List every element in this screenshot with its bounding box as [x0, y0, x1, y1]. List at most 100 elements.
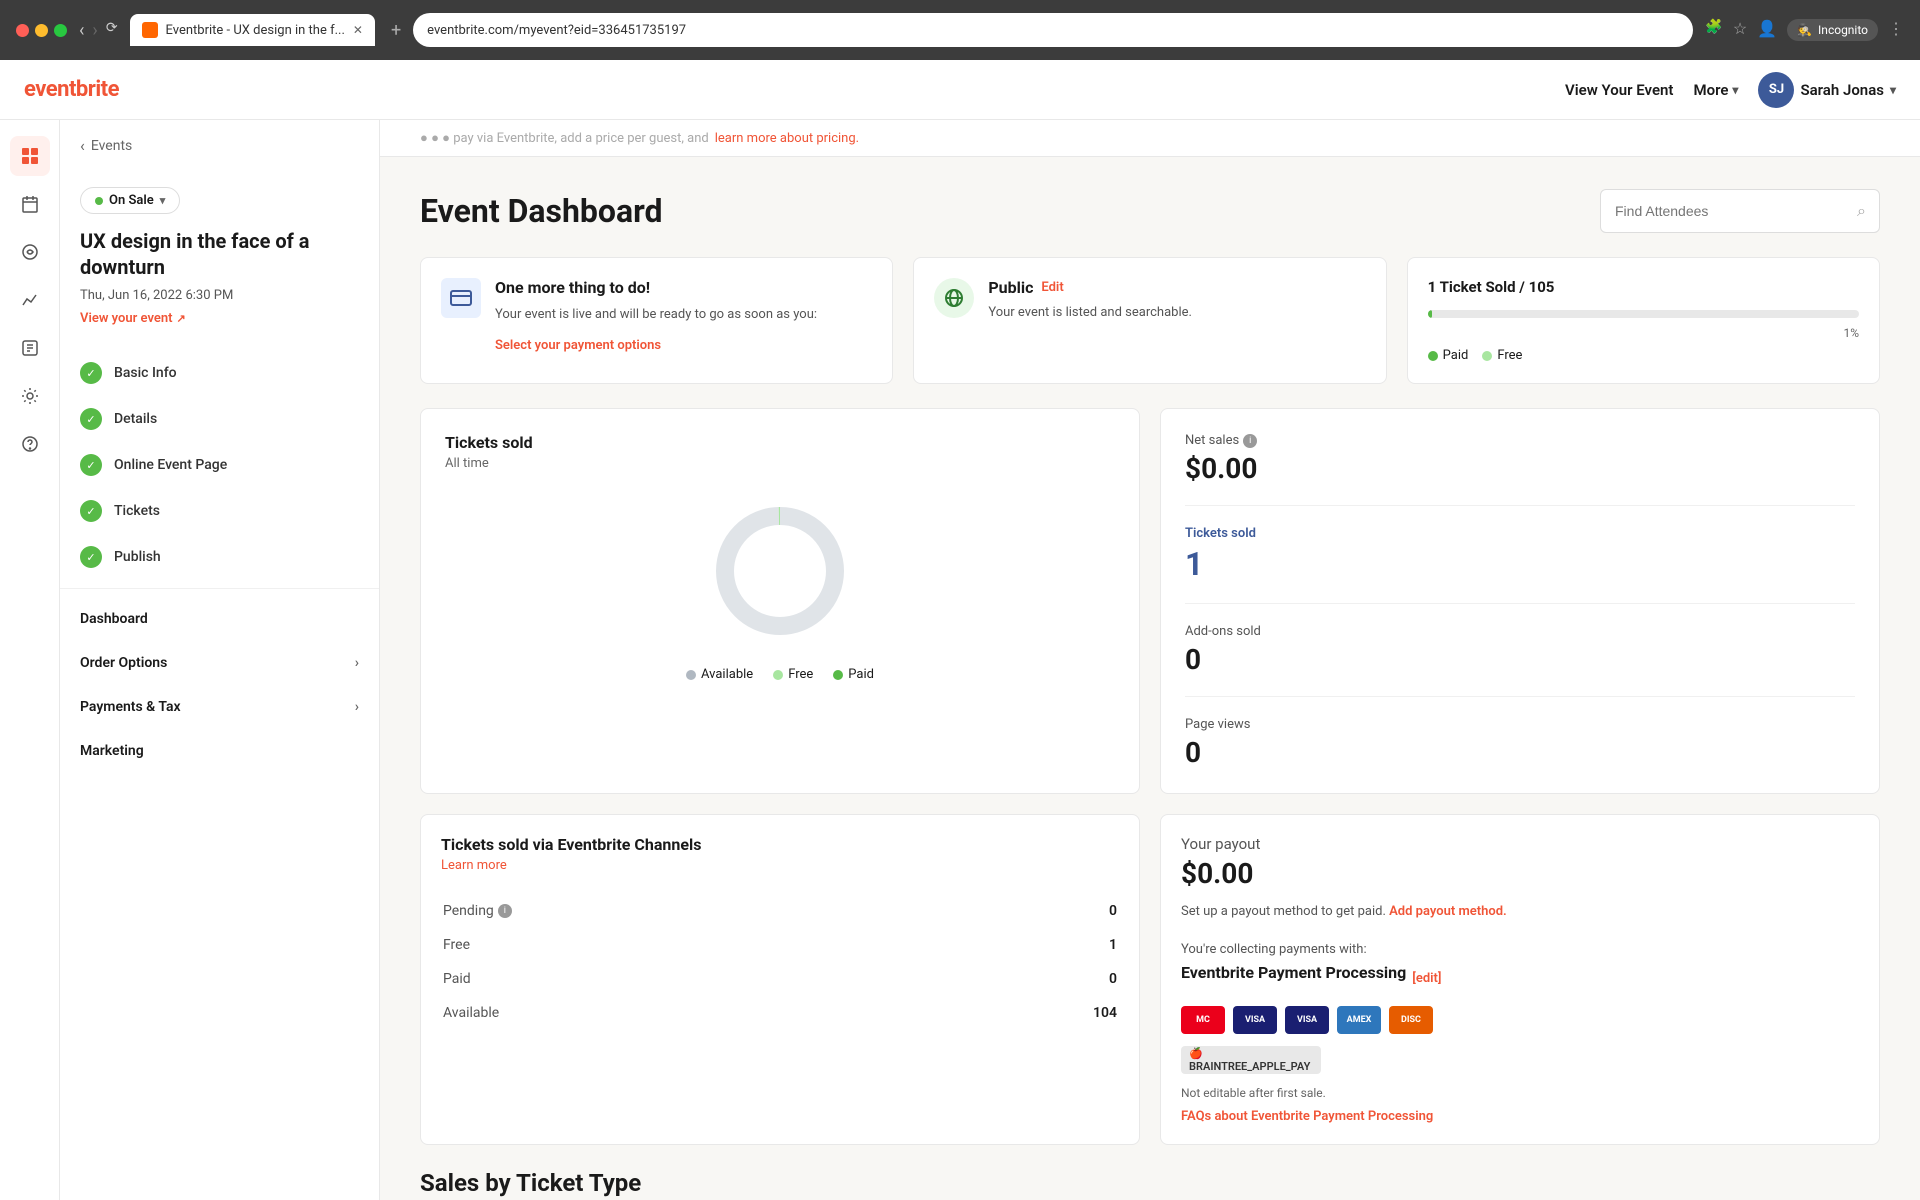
logo[interactable]: eventbrite [24, 77, 119, 102]
back-to-events[interactable]: ‹ Events [80, 136, 359, 155]
top-nav-right: View Your Event More ▾ SJ Sarah Jonas ▾ [1565, 72, 1896, 108]
on-sale-dot [95, 197, 103, 205]
faq-link[interactable]: FAQs about Eventbrite Payment Processing [1181, 1109, 1433, 1124]
find-attendees-input[interactable] [1600, 189, 1880, 233]
user-menu-button[interactable]: SJ Sarah Jonas ▾ [1758, 72, 1896, 108]
ticket-progress-pct: 1% [1428, 326, 1859, 340]
free-legend-label: Free [1497, 348, 1522, 363]
visa2-logo: VISA [1285, 1006, 1329, 1034]
menu-icon[interactable]: ⋮ [1888, 19, 1904, 41]
back-button[interactable]: ‹ [79, 20, 84, 41]
extensions-icon[interactable]: 🧩 [1705, 19, 1722, 41]
channel-free-value: 1 [943, 929, 1117, 961]
orders-icon-button[interactable] [10, 184, 50, 224]
event-date: Thu, Jun 16, 2022 6:30 PM [80, 288, 359, 303]
maximize-dot[interactable] [54, 24, 67, 37]
payment-provider-edit[interactable]: [edit] [1412, 971, 1441, 986]
settings-icon-button[interactable] [10, 376, 50, 416]
breadcrumb-link[interactable]: learn more about pricing. [715, 131, 859, 146]
table-row: Pending i 0 [443, 895, 1117, 927]
todo-link[interactable]: Select your payment options [495, 338, 661, 353]
sidebar-item-tickets[interactable]: ✓ Tickets [60, 488, 379, 534]
available-label: Available [701, 667, 753, 682]
ticket-sold-card: 1 Ticket Sold / 105 1% Paid Free [1407, 257, 1880, 384]
close-dot[interactable] [16, 24, 29, 37]
sidebar-item-details[interactable]: ✓ Details [60, 396, 379, 442]
public-edit-button[interactable]: Edit [1041, 280, 1063, 295]
sidebar-dashboard[interactable]: Dashboard [60, 597, 379, 641]
top-cards-row: One more thing to do! Your event is live… [380, 257, 1920, 408]
marketing-icon-button[interactable] [10, 232, 50, 272]
add-payout-link[interactable]: Add payout method. [1389, 904, 1507, 919]
todo-content: One more thing to do! Your event is live… [495, 278, 817, 363]
view-your-event-link[interactable]: View your event ↗ [80, 311, 359, 326]
main-body: ‹ Events On Sale ▾ UX design in the face… [0, 120, 1920, 1200]
on-sale-chevron-icon: ▾ [160, 194, 166, 207]
public-header: Public Edit [988, 278, 1192, 297]
more-button[interactable]: More ▾ [1693, 81, 1738, 99]
sidebar-order-options[interactable]: Order Options › [60, 641, 379, 685]
table-row: Free 1 [443, 929, 1117, 961]
new-tab-button[interactable]: + [391, 20, 401, 41]
dashboard-icon-button[interactable] [10, 136, 50, 176]
sidebar-payments-tax[interactable]: Payments & Tax › [60, 685, 379, 729]
sidebar-item-basic-info[interactable]: ✓ Basic Info [60, 350, 379, 396]
net-sales-info-icon[interactable]: i [1243, 434, 1257, 448]
analytics-icon-button[interactable] [10, 280, 50, 320]
addons-sold-label: Add-ons sold [1185, 624, 1855, 639]
chevron-down-icon: › [355, 655, 359, 671]
forward-button[interactable]: › [92, 20, 97, 41]
find-attendees-wrapper: ⌕ [1600, 189, 1880, 233]
left-sidebar: ‹ Events On Sale ▾ UX design in the face… [60, 120, 380, 1200]
view-event-button[interactable]: View Your Event [1565, 81, 1673, 99]
address-bar[interactable]: eventbrite.com/myevent?eid=336451735197 [413, 13, 1693, 47]
help-icon-button[interactable] [10, 424, 50, 464]
public-title: Public [988, 278, 1033, 297]
payment-section: You're collecting payments with: Eventbr… [1181, 942, 1859, 1124]
bottom-cards-row: Tickets sold via Eventbrite Channels Lea… [420, 814, 1880, 1145]
paid-label: Paid [848, 667, 874, 682]
tickets-sold-link[interactable]: Tickets sold [1185, 526, 1256, 541]
incognito-icon: 🕵 [1797, 23, 1812, 37]
breadcrumb-text: ● ● ● pay via Eventbrite, add a price pe… [420, 130, 709, 146]
check-icon: ✓ [80, 454, 102, 476]
sidebar-marketing-label: Marketing [80, 743, 144, 759]
sidebar-item-publish[interactable]: ✓ Publish [60, 534, 379, 580]
tickets-sold-sub: All time [445, 456, 1115, 471]
tab-close-button[interactable]: ✕ [353, 23, 363, 37]
donut-chart [700, 491, 860, 651]
stats-row: Tickets sold All time [380, 408, 1920, 1169]
profile-icon[interactable]: 👤 [1757, 19, 1777, 41]
sidebar-payments-tax-label: Payments & Tax [80, 699, 181, 715]
page-views-label: Page views [1185, 717, 1855, 732]
sidebar-dashboard-label: Dashboard [80, 611, 148, 627]
reload-button[interactable]: ⟳ [106, 20, 118, 41]
browser-tab[interactable]: Eventbrite - UX design in the f... ✕ [130, 14, 375, 46]
sidebar-item-online-event-page[interactable]: ✓ Online Event Page [60, 442, 379, 488]
channels-card: Tickets sold via Eventbrite Channels Lea… [420, 814, 1140, 1145]
bookmark-icon[interactable]: ☆ [1733, 19, 1747, 41]
chevron-down-icon: › [355, 699, 359, 715]
logo-text: eventbrite [24, 77, 119, 102]
check-icon: ✓ [80, 546, 102, 568]
net-sales-card: Net sales i $0.00 Tickets sold 1 Add-ons… [1160, 408, 1880, 794]
discover-logo: DISC [1389, 1006, 1433, 1034]
free-dot [773, 670, 783, 680]
sidebar-top: ‹ Events [60, 120, 379, 171]
on-sale-badge[interactable]: On Sale ▾ [80, 187, 180, 214]
incognito-badge: 🕵 Incognito [1787, 19, 1878, 41]
manage-icon-button[interactable] [10, 328, 50, 368]
channels-learn-more[interactable]: Learn more [441, 858, 1119, 873]
todo-desc: Your event is live and will be ready to … [495, 305, 817, 325]
pending-info-icon[interactable]: i [498, 904, 512, 918]
payment-collecting: You're collecting payments with: [1181, 942, 1859, 957]
sidebar-marketing[interactable]: Marketing [60, 729, 379, 773]
channel-pending-label: Pending i [443, 895, 941, 927]
legend-item-available: Available [686, 667, 753, 682]
tickets-sold-chart-card: Tickets sold All time [420, 408, 1140, 794]
minimize-dot[interactable] [35, 24, 48, 37]
donut-legend: Available Free Paid [445, 667, 1115, 682]
external-link-icon: ↗ [177, 312, 186, 325]
channel-paid-label: Paid [443, 963, 941, 995]
free-label: Free [788, 667, 813, 682]
